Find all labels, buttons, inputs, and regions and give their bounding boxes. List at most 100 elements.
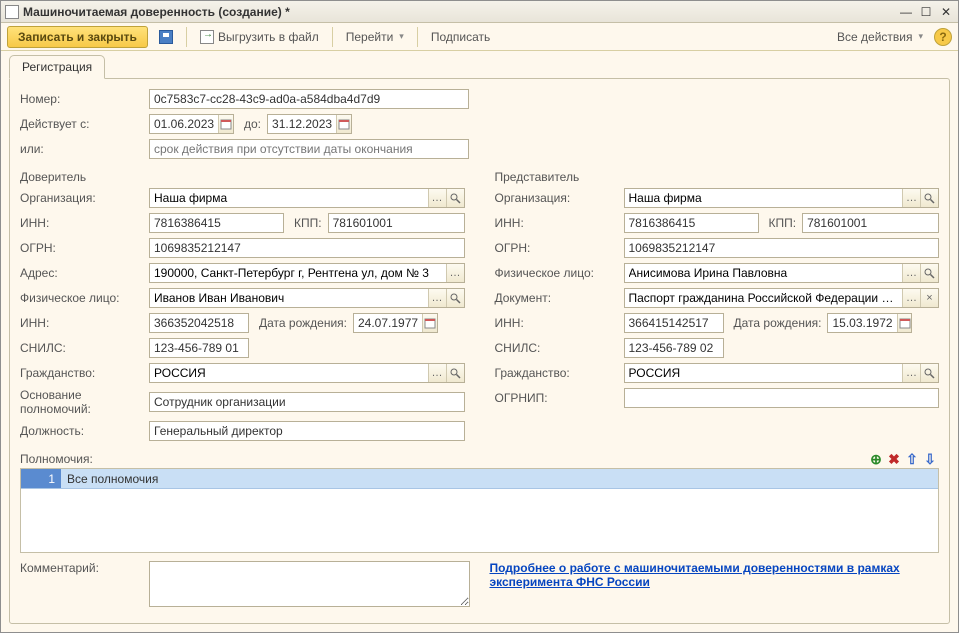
rep-ogrn-label: ОГРН:	[495, 241, 624, 255]
chevron-down-icon: ▾	[399, 31, 404, 42]
maximize-button[interactable]: ☐	[918, 5, 934, 19]
rep-ogrn-input[interactable]	[624, 238, 940, 258]
rep-person-inn-input[interactable]	[624, 313, 724, 333]
document-icon	[5, 5, 19, 19]
principal-kpp-input[interactable]	[328, 213, 465, 233]
minimize-button[interactable]: —	[898, 5, 914, 19]
add-row-button[interactable]: ⊕	[867, 450, 885, 468]
comment-label: Комментарий:	[20, 561, 149, 607]
rep-person-inn-label: ИНН:	[495, 316, 624, 330]
valid-from-date[interactable]: 01.06.2023	[149, 114, 234, 134]
principal-org-label: Организация:	[20, 191, 149, 205]
to-label: до:	[244, 117, 261, 131]
all-actions-menu[interactable]: Все действия ▾	[830, 26, 930, 48]
calendar-icon[interactable]	[336, 115, 351, 133]
rep-bdate-label: Дата рождения:	[734, 316, 822, 330]
move-down-button[interactable]: ⇩	[921, 450, 939, 468]
ellipsis-icon[interactable]: …	[446, 264, 464, 282]
magnifier-icon[interactable]	[446, 289, 464, 307]
go-to-label: Перейти	[346, 30, 394, 44]
number-input[interactable]	[149, 89, 469, 109]
principal-person-combo[interactable]: …	[149, 288, 465, 308]
ellipsis-icon[interactable]: …	[902, 189, 920, 207]
principal-person-label: Физическое лицо:	[20, 291, 149, 305]
close-button[interactable]: ✕	[938, 5, 954, 19]
powers-label: Полномочия:	[20, 452, 93, 466]
ellipsis-icon[interactable]: …	[902, 264, 920, 282]
ellipsis-icon[interactable]: …	[902, 289, 920, 307]
comment-textarea[interactable]	[149, 561, 470, 607]
tab-registration[interactable]: Регистрация	[9, 55, 105, 79]
valid-from-label: Действует с:	[20, 117, 149, 131]
principal-person-inn-label: ИНН:	[20, 316, 149, 330]
or-input[interactable]	[149, 139, 469, 159]
rep-kpp-input[interactable]	[802, 213, 939, 233]
go-to-menu[interactable]: Перейти ▾	[339, 26, 411, 48]
delete-row-button[interactable]: ✖	[885, 450, 903, 468]
rep-document-combo[interactable]: … ×	[624, 288, 940, 308]
principal-address-combo[interactable]: …	[149, 263, 465, 283]
magnifier-icon[interactable]	[920, 189, 938, 207]
clear-icon[interactable]: ×	[920, 289, 938, 307]
ellipsis-icon[interactable]: …	[428, 189, 446, 207]
export-icon	[200, 30, 214, 44]
rep-ogrnip-input[interactable]	[624, 388, 940, 408]
position-label: Должность:	[20, 424, 149, 438]
principal-section-title: Доверитель	[20, 170, 465, 184]
rep-person-combo[interactable]: …	[624, 263, 940, 283]
principal-address-label: Адрес:	[20, 266, 149, 280]
principal-ogrn-input[interactable]	[149, 238, 465, 258]
rep-person-label: Физическое лицо:	[495, 266, 624, 280]
help-button[interactable]: ?	[934, 28, 952, 46]
powers-grid[interactable]: 1 Все полномочия	[20, 468, 939, 553]
valid-to-date[interactable]: 31.12.2023	[267, 114, 352, 134]
representative-section-title: Представитель	[495, 170, 940, 184]
export-label: Выгрузить в файл	[218, 30, 319, 44]
principal-snils-input[interactable]	[149, 338, 249, 358]
principal-birth-date[interactable]: 24.07.1977	[353, 313, 438, 333]
sign-button[interactable]: Подписать	[424, 26, 497, 48]
ellipsis-icon[interactable]: …	[428, 364, 446, 382]
magnifier-icon[interactable]	[920, 364, 938, 382]
rep-document-label: Документ:	[495, 291, 624, 305]
magnifier-icon[interactable]	[446, 189, 464, 207]
ellipsis-icon[interactable]: …	[902, 364, 920, 382]
rep-birth-date[interactable]: 15.03.1972	[827, 313, 912, 333]
magnifier-icon[interactable]	[446, 364, 464, 382]
save-button[interactable]	[152, 26, 180, 48]
rep-kpp-label: КПП:	[769, 216, 797, 230]
table-row[interactable]: 1 Все полномочия	[21, 469, 938, 489]
form-area: Номер: Действует с: 01.06.2023 до: 31.12…	[9, 78, 950, 624]
calendar-icon[interactable]	[218, 115, 233, 133]
ellipsis-icon[interactable]: …	[428, 289, 446, 307]
calendar-icon[interactable]	[897, 314, 912, 332]
principal-organization-combo[interactable]: …	[149, 188, 465, 208]
fns-experiment-link[interactable]: Подробнее о работе с машиночитаемыми дов…	[490, 561, 900, 589]
move-up-button[interactable]: ⇧	[903, 450, 921, 468]
calendar-icon[interactable]	[422, 314, 437, 332]
magnifier-icon[interactable]	[920, 264, 938, 282]
principal-person-inn-input[interactable]	[149, 313, 249, 333]
principal-inn-input[interactable]	[149, 213, 284, 233]
rep-inn-label: ИНН:	[495, 216, 624, 230]
application-window: Машиночитаемая доверенность (создание) *…	[0, 0, 959, 633]
rep-org-label: Организация:	[495, 191, 624, 205]
row-number: 1	[21, 469, 61, 488]
sign-label: Подписать	[431, 30, 490, 44]
authority-basis-input[interactable]	[149, 392, 465, 412]
window-title: Машиночитаемая доверенность (создание) *	[23, 5, 898, 19]
export-to-file-button[interactable]: Выгрузить в файл	[193, 26, 326, 48]
rep-citizenship-combo[interactable]: …	[624, 363, 940, 383]
titlebar: Машиночитаемая доверенность (создание) *…	[1, 1, 958, 23]
position-input[interactable]	[149, 421, 465, 441]
principal-citizenship-label: Гражданство:	[20, 366, 149, 380]
number-label: Номер:	[20, 92, 149, 106]
rep-snils-input[interactable]	[624, 338, 724, 358]
all-actions-label: Все действия	[837, 30, 912, 44]
or-label: или:	[20, 142, 149, 156]
principal-ogrn-label: ОГРН:	[20, 241, 149, 255]
rep-inn-input[interactable]	[624, 213, 759, 233]
rep-organization-combo[interactable]: …	[624, 188, 940, 208]
save-and-close-button[interactable]: Записать и закрыть	[7, 26, 148, 48]
principal-citizenship-combo[interactable]: …	[149, 363, 465, 383]
